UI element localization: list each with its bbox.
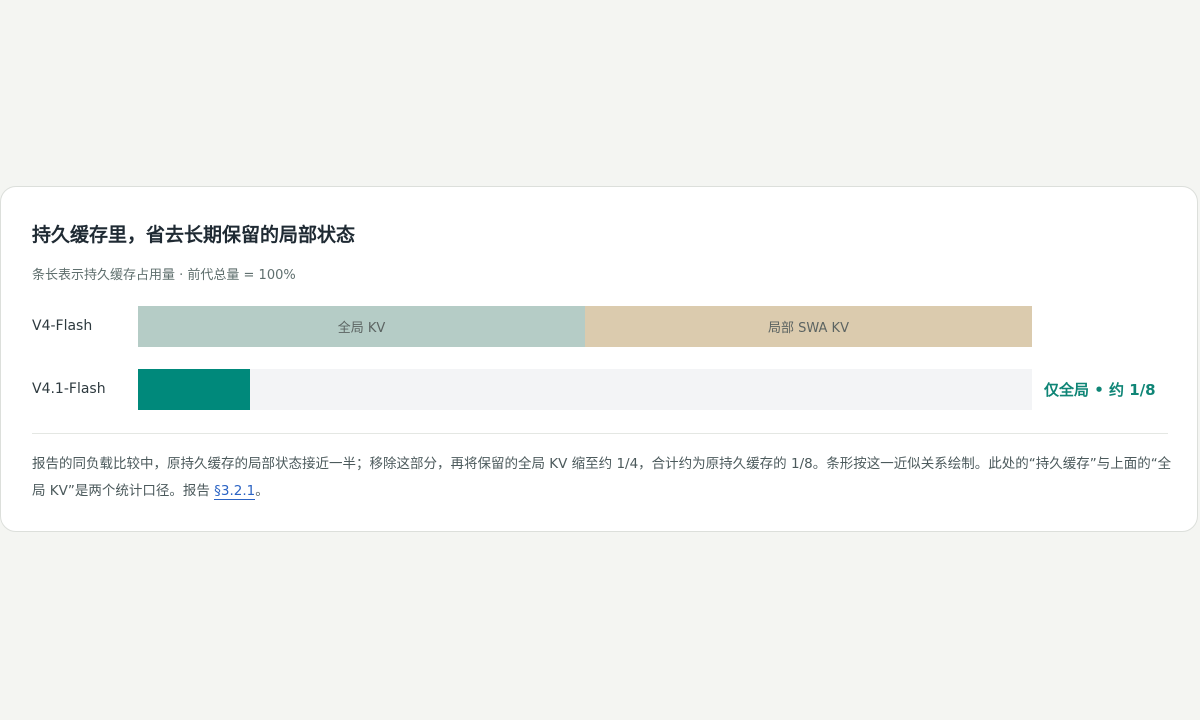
chart-card: 持久缓存里，省去长期保留的局部状态 条长表示持久缓存占用量 · 前代总量 = 1… [0,186,1198,532]
footnote: 报告的同负载比较中，原持久缓存的局部状态接近一半；移除这部分，再将保留的全局 K… [32,451,1172,505]
bar-segment-v4-flash-swa-kv: 局部 SWA KV [585,306,1032,347]
bar-segment-v4-1-flash-global-kv [138,369,250,410]
category-label-v4-1-flash: V4.1-Flash [32,381,106,397]
bar-track-v4-1-flash [138,369,1032,410]
category-label-v4-flash: V4-Flash [32,318,93,334]
chart-subtitle: 条长表示持久缓存占用量 · 前代总量 = 100% [32,268,296,283]
footnote-text: 报告的同负载比较中，原持久缓存的局部状态接近一半；移除这部分，再将保留的全局 K… [32,456,1172,499]
bar-annotation-v4-1-flash: 仅全局 • 约 1/8 [1044,381,1156,399]
chart-title: 持久缓存里，省去长期保留的局部状态 [32,224,356,246]
divider [32,433,1168,434]
report-section-link[interactable]: §3.2.1 [214,483,256,500]
bar-track-v4-flash: 全局 KV 局部 SWA KV [138,306,1032,347]
bar-segment-v4-flash-global-kv: 全局 KV [138,306,585,347]
footnote-trailing: 。 [255,483,269,499]
